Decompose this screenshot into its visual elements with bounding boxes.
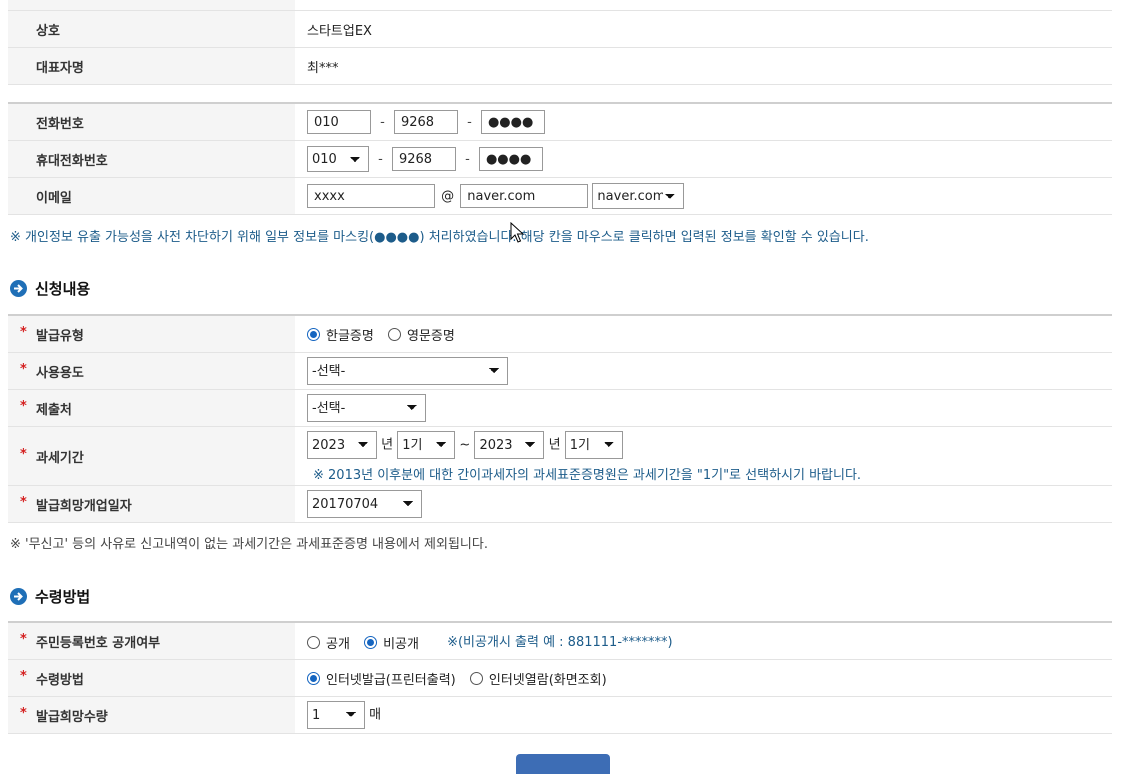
application-title-text: 신청내용	[35, 280, 91, 298]
required-mark: *	[20, 446, 27, 462]
receipt-section-title: 수령방법	[10, 586, 90, 607]
tax-period-note: ※ 2013년 이후분에 대한 간이과세자의 과세표준증명원은 과세기간을 "1…	[313, 468, 862, 483]
quantity-unit: 매	[369, 707, 382, 723]
company-value: 스타트업EX	[295, 10, 1112, 48]
issue-type-label: 발급유형	[36, 328, 84, 344]
required-mark: *	[20, 324, 27, 340]
submit-to-label: 제출처	[36, 402, 72, 418]
year-unit: 년	[381, 437, 394, 453]
quantity-select[interactable]: 1	[307, 701, 365, 729]
from-term-select[interactable]: 1기	[397, 431, 456, 459]
row-quantity: * 발급희망수량 1 매	[8, 696, 1112, 734]
application-section-title: 신청내용	[10, 278, 90, 299]
receipt-title-text: 수령방법	[35, 588, 91, 606]
from-year-select[interactable]: 2023	[307, 431, 377, 459]
method-internet-view-radio[interactable]	[469, 671, 483, 685]
masking-notice: ※ 개인정보 유출 가능성을 사전 차단하기 위해 일부 정보를 마스킹(●●●…	[10, 230, 869, 245]
submit-to-select[interactable]: -선택-	[307, 394, 426, 422]
issue-type-english-radio[interactable]	[387, 327, 401, 341]
company-info-table: 상호 스타트업EX 대표자명 최***	[8, 0, 1112, 85]
row-rrn-disclosure: * 주민등록번호 공개여부 공개 비공개 ※(비공개시 출력 예 : 881111…	[8, 622, 1112, 660]
mobile-label: 휴대전화번호	[8, 140, 295, 178]
dash: -	[465, 151, 470, 167]
mobile-prefix-select[interactable]: 010	[307, 146, 369, 172]
row-tax-period: * 과세기간 2023 년 1기 ~ 2023 년 1기 ※ 2013년 이후분에…	[8, 426, 1112, 486]
required-mark: *	[20, 398, 27, 414]
to-term-select[interactable]: 1기	[564, 431, 623, 459]
phone-label: 전화번호	[8, 103, 295, 141]
row-issue-type: * 발급유형 한글증명 영문증명	[8, 315, 1112, 353]
contact-table: 전화번호 - - 휴대전화번호 010 - - 이메일 @ naver.com	[8, 102, 1112, 215]
method-internet-issue-radio[interactable]	[307, 671, 320, 685]
row-blank-top	[8, 0, 1112, 11]
rrn-public-radio[interactable]	[307, 635, 320, 649]
start-date-select[interactable]: 20170704	[307, 490, 422, 518]
row-company: 상호 스타트업EX	[8, 10, 1112, 48]
mouse-cursor-icon	[510, 222, 524, 243]
required-mark: *	[20, 705, 27, 721]
company-label: 상호	[8, 10, 295, 48]
mobile-part2-input[interactable]	[391, 147, 456, 171]
rrn-hint: ※(비공개시 출력 예 : 881111-*******)	[447, 634, 673, 650]
email-label: 이메일	[8, 177, 295, 215]
rrn-public-label[interactable]: 공개	[326, 637, 350, 652]
required-mark: *	[20, 494, 27, 510]
rrn-private-label[interactable]: 비공개	[383, 637, 419, 652]
phone-part3-input[interactable]	[480, 110, 545, 134]
row-ceo: 대표자명 최***	[8, 47, 1112, 85]
year-unit: 년	[548, 437, 561, 453]
rrn-private-radio[interactable]	[364, 635, 378, 649]
phone-part1-input[interactable]	[307, 110, 371, 134]
row-phone: 전화번호 - -	[8, 103, 1112, 141]
email-domain-select[interactable]: naver.com	[592, 183, 685, 209]
quantity-label: 발급희망수량	[36, 709, 108, 725]
method-internet-issue-label[interactable]: 인터넷발급(프린터출력)	[326, 673, 456, 688]
start-date-label: 발급희망개업일자	[36, 498, 132, 514]
issue-type-english-label[interactable]: 영문증명	[407, 329, 455, 344]
issue-type-korean-label[interactable]: 한글증명	[326, 329, 374, 344]
tax-period-label: 과세기간	[36, 450, 84, 466]
mobile-part3-input[interactable]	[478, 147, 543, 171]
usage-select[interactable]: -선택-	[307, 357, 508, 385]
submit-button[interactable]	[516, 754, 610, 774]
phone-part2-input[interactable]	[393, 110, 458, 134]
row-mobile: 휴대전화번호 010 - -	[8, 140, 1112, 178]
usage-label: 사용용도	[36, 365, 84, 381]
to-year-select[interactable]: 2023	[474, 431, 545, 459]
method-label: 수령방법	[36, 672, 84, 688]
arrow-right-circle-icon	[10, 588, 27, 605]
ceo-value: 최***	[295, 47, 1112, 85]
rrn-disclosure-label: 주민등록번호 공개여부	[36, 635, 161, 651]
issue-type-korean-radio[interactable]	[307, 327, 320, 341]
email-id-input[interactable]	[307, 184, 435, 208]
row-method: * 수령방법 인터넷발급(프린터출력) 인터넷열람(화면조회)	[8, 659, 1112, 697]
tilde: ~	[459, 437, 471, 453]
method-internet-view-label[interactable]: 인터넷열람(화면조회)	[489, 673, 607, 688]
email-domain-input[interactable]	[460, 184, 589, 208]
dash: -	[380, 114, 385, 130]
row-submit-to: * 제출처 -선택-	[8, 389, 1112, 427]
arrow-right-circle-icon	[10, 280, 27, 297]
receipt-table: * 주민등록번호 공개여부 공개 비공개 ※(비공개시 출력 예 : 881111…	[8, 621, 1112, 734]
at-sign: @	[441, 188, 455, 204]
row-email: 이메일 @ naver.com	[8, 177, 1112, 215]
required-mark: *	[20, 631, 27, 647]
dash: -	[378, 151, 383, 167]
nonfiling-notice: ※ '무신고' 등의 사유로 신고내역이 없는 과세기간은 과세표준증명 내용에…	[10, 537, 488, 552]
row-usage: * 사용용도 -선택-	[8, 352, 1112, 390]
row-start-date: * 발급희망개업일자 20170704	[8, 485, 1112, 523]
application-table: * 발급유형 한글증명 영문증명 * 사용용도 -선택- * 제출처 -선택- * 과세…	[8, 314, 1112, 523]
required-mark: *	[20, 668, 27, 684]
dash: -	[467, 114, 472, 130]
required-mark: *	[20, 361, 27, 377]
ceo-label: 대표자명	[8, 47, 295, 85]
